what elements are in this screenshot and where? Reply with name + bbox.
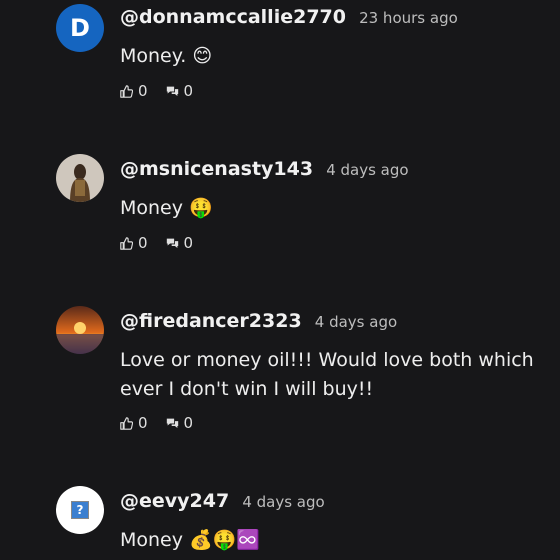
thumbs-up-icon [120, 416, 133, 430]
comment-icon [166, 238, 178, 248]
avatar[interactable] [56, 154, 104, 202]
timestamp[interactable]: 23 hours ago [359, 9, 458, 27]
avatar[interactable]: ? [56, 486, 104, 534]
avatar-photo-icon [56, 154, 104, 202]
thumbs-up-icon [120, 236, 133, 250]
reply-count: 0 [183, 82, 194, 100]
timestamp[interactable]: 4 days ago [326, 161, 408, 179]
comment-actions: 0 0 [120, 82, 211, 100]
comment-text: Money 🤑 [120, 197, 213, 219]
sunset-photo-icon [56, 306, 104, 354]
reply-button[interactable]: 0 [166, 234, 194, 252]
reply-button[interactable]: 0 [166, 414, 194, 432]
username[interactable]: @eevy247 [120, 490, 229, 512]
comment-actions: 0 0 [120, 414, 211, 432]
reply-count: 0 [183, 234, 194, 252]
comment-header: @firedancer2323 4 days ago [120, 310, 397, 332]
comment-feed: D @donnamccallie2770 23 hours ago Money.… [0, 0, 560, 560]
comment-header: @donnamccallie2770 23 hours ago [120, 6, 458, 28]
like-button[interactable]: 0 [120, 82, 148, 100]
comment-header: @eevy247 4 days ago [120, 490, 325, 512]
avatar[interactable]: D [56, 4, 104, 52]
comment-header: @msnicenasty143 4 days ago [120, 158, 409, 180]
username[interactable]: @msnicenasty143 [120, 158, 313, 180]
username[interactable]: @firedancer2323 [120, 310, 302, 332]
reply-count: 0 [183, 414, 194, 432]
comment-text: Money 💰🤑♾️ [120, 529, 261, 551]
username[interactable]: @donnamccallie2770 [120, 6, 346, 28]
thumbs-up-icon [120, 84, 133, 98]
comment-icon [166, 418, 178, 428]
avatar[interactable] [56, 306, 104, 354]
avatar-glyph: ? [76, 503, 84, 517]
comment-text: Money. 😊 [120, 45, 213, 67]
reply-button[interactable]: 0 [166, 82, 194, 100]
broken-image-icon: ? [71, 501, 89, 519]
comment-actions: 0 0 [120, 234, 211, 252]
avatar-letter: D [70, 14, 90, 42]
like-button[interactable]: 0 [120, 414, 148, 432]
like-count: 0 [138, 234, 148, 252]
like-count: 0 [138, 82, 148, 100]
comment-icon [166, 86, 178, 96]
timestamp[interactable]: 4 days ago [315, 313, 397, 331]
comment-text: Love or money oil!!! Would love both whi… [120, 349, 534, 400]
like-count: 0 [138, 414, 148, 432]
like-button[interactable]: 0 [120, 234, 148, 252]
timestamp[interactable]: 4 days ago [242, 493, 324, 511]
